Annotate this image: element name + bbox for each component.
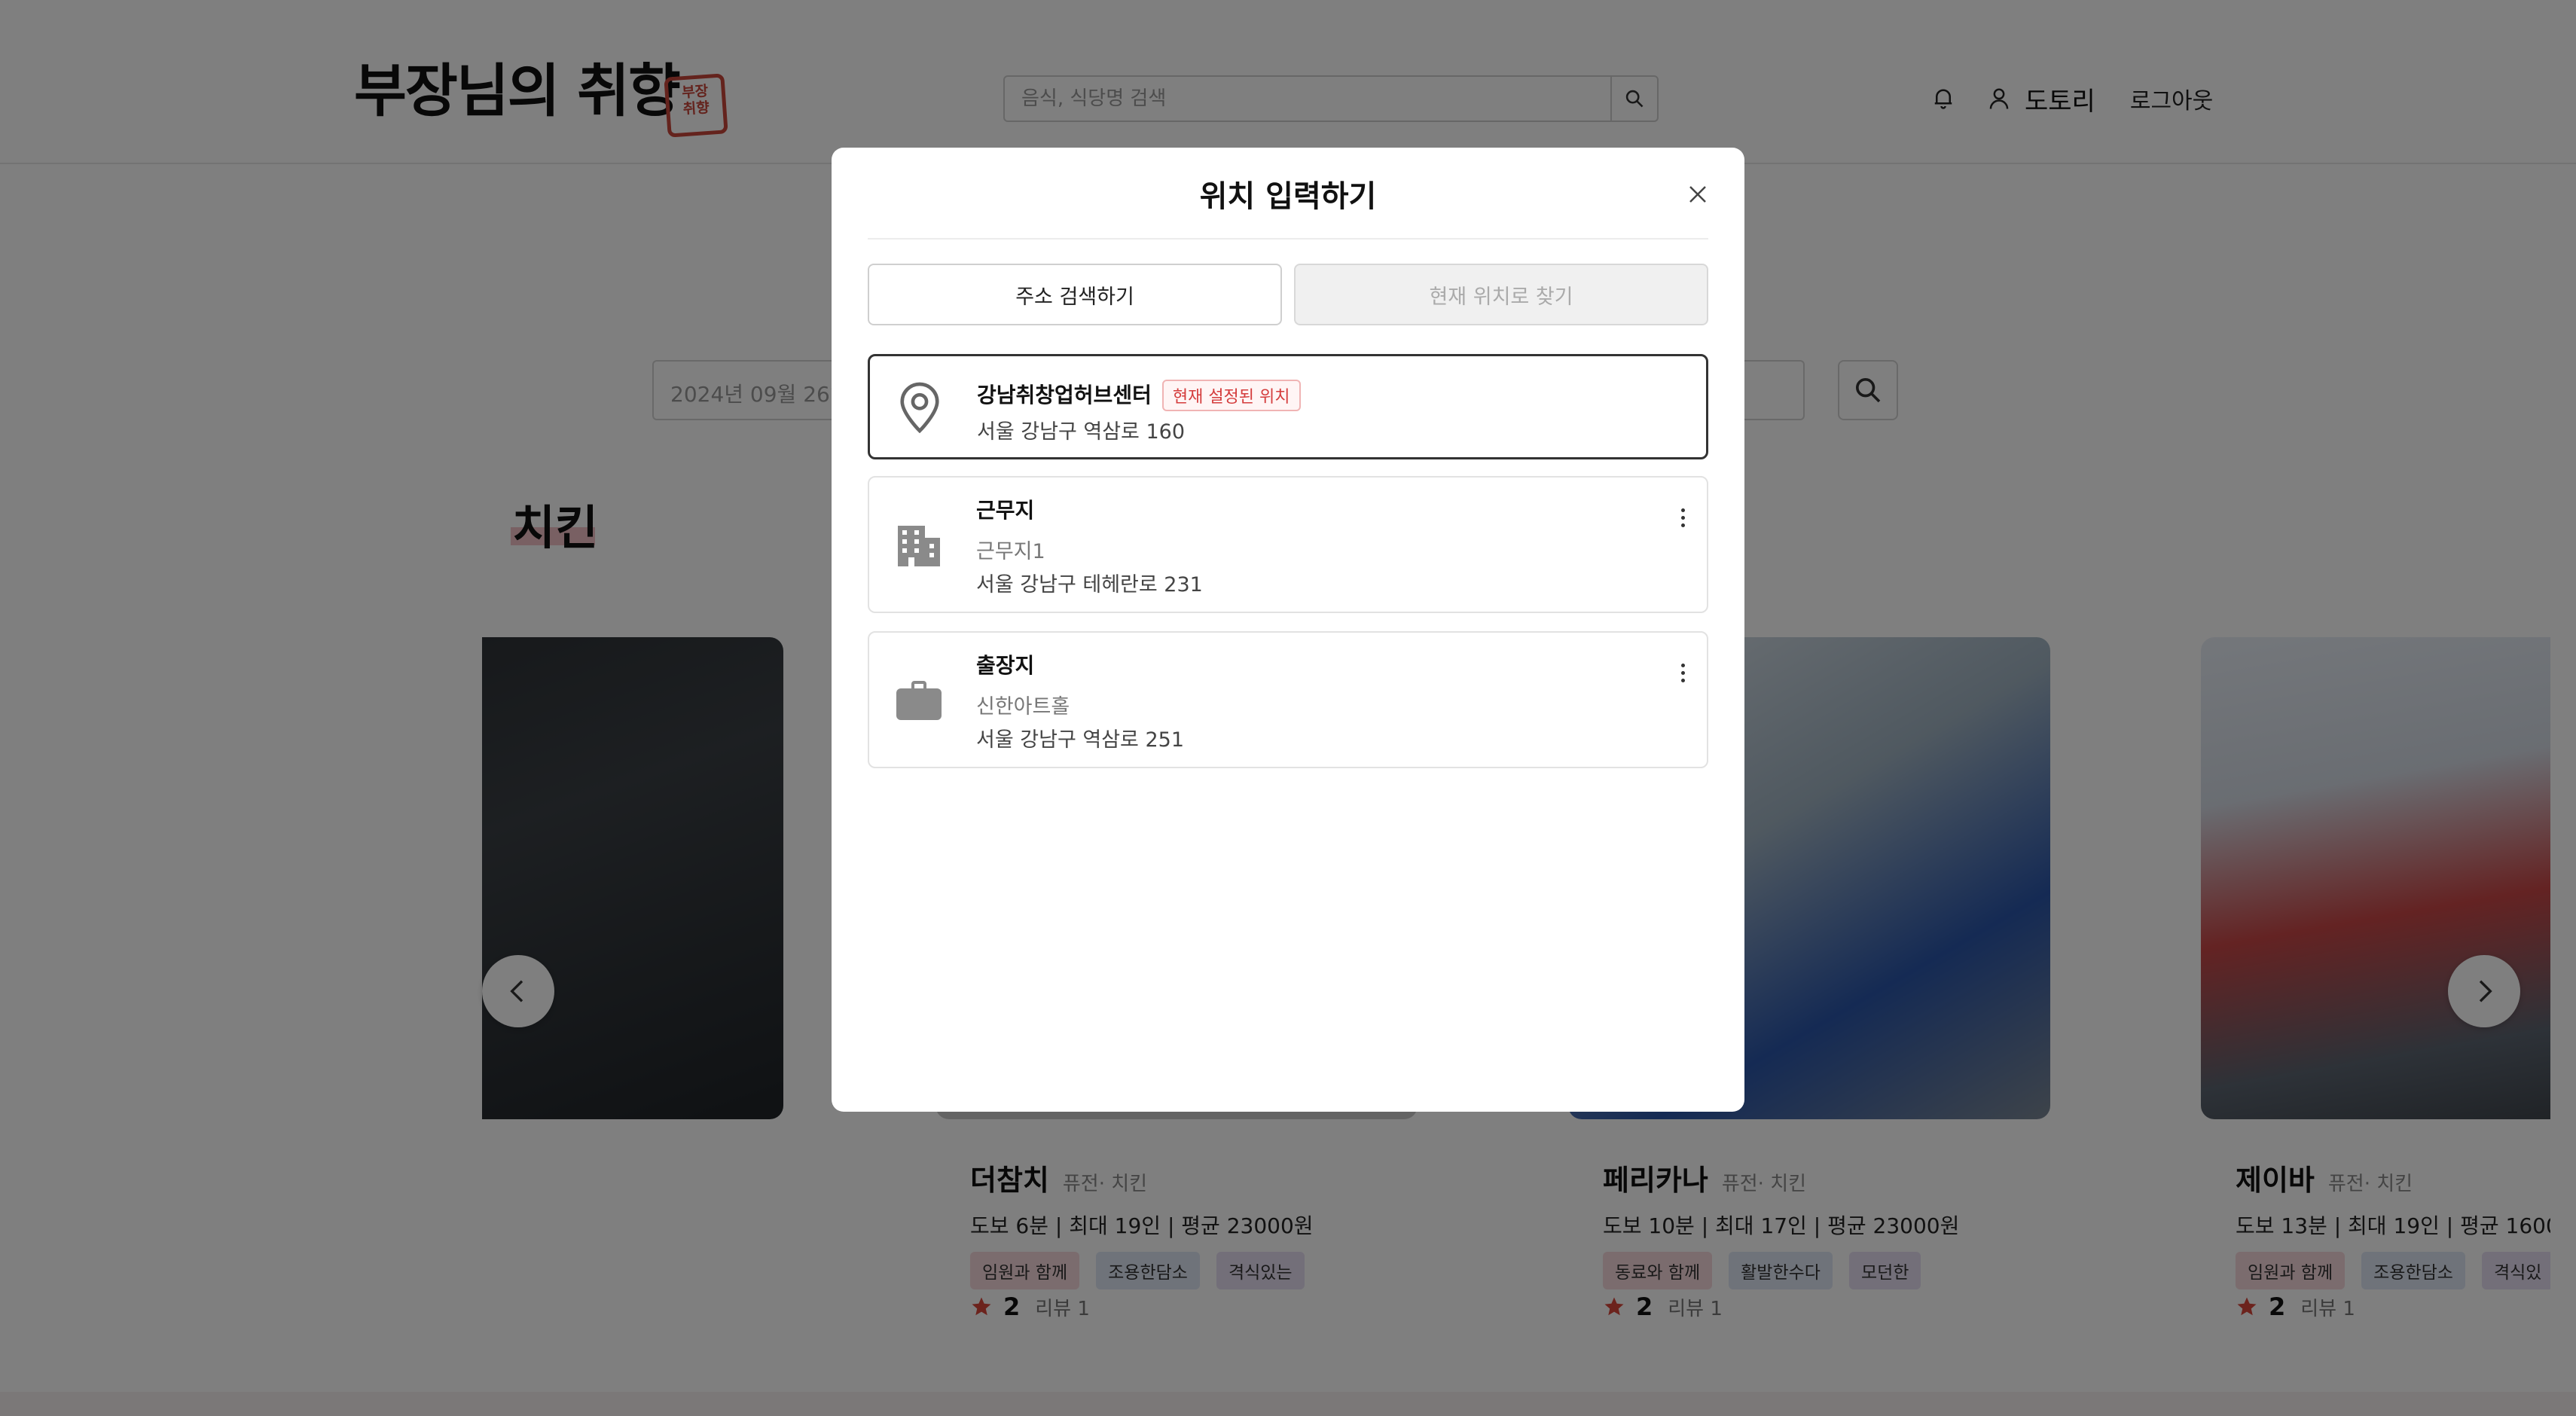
location-modal: 위치 입력하기 주소 검색하기 현재 위치로 찾기 강남취창업허브센터 현재 설정… — [832, 148, 1744, 1112]
more-options-icon[interactable] — [1672, 499, 1693, 536]
location-item-work[interactable]: 근무지 근무지1 서울 강남구 테헤란로 231 — [868, 476, 1708, 613]
modal-divider — [868, 238, 1708, 240]
location-subname: 신한아트홀 — [976, 695, 1070, 719]
location-address: 서울 강남구 역삼로 251 — [976, 728, 1185, 752]
close-icon — [1689, 186, 1706, 203]
current-location-badge: 현재 설정된 위치 — [1161, 380, 1301, 411]
modal-close-button[interactable] — [1681, 178, 1714, 211]
current-location-button[interactable]: 현재 위치로 찾기 — [1294, 264, 1708, 325]
location-address: 서울 강남구 테헤란로 231 — [976, 573, 1203, 597]
location-item-current[interactable]: 강남취창업허브센터 현재 설정된 위치 서울 강남구 역삼로 160 — [868, 354, 1708, 459]
building-icon — [893, 520, 945, 571]
location-item-trip[interactable]: 출장지 신한아트홀 서울 강남구 역삼로 251 — [868, 631, 1708, 768]
address-search-button[interactable]: 주소 검색하기 — [868, 264, 1282, 325]
location-subname: 근무지1 — [976, 540, 1045, 563]
location-name-row: 강남취창업허브센터 현재 설정된 위치 — [977, 379, 1301, 411]
location-name: 출장지 — [976, 653, 1035, 678]
location-address: 서울 강남구 역삼로 160 — [977, 420, 1186, 444]
more-options-icon[interactable] — [1672, 654, 1693, 691]
location-name: 강남취창업허브센터 — [977, 383, 1152, 407]
modal-title: 위치 입력하기 — [1199, 179, 1377, 214]
briefcase-icon — [893, 675, 945, 726]
location-pin-icon — [894, 382, 945, 433]
location-name: 근무지 — [976, 498, 1035, 523]
